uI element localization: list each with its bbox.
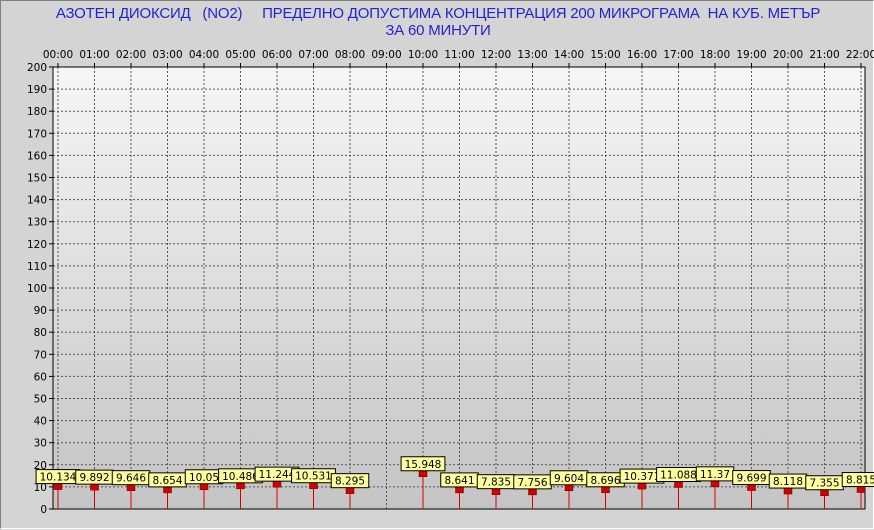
x-tick-label: 19:00 <box>736 49 766 61</box>
chart-window: АЗОТЕН ДИОКСИД (NO2) ПРЕДЕЛНО ДОПУСТИМА … <box>0 0 874 529</box>
value-label: 7.355 <box>809 478 839 490</box>
value-marker <box>272 480 282 488</box>
value-label: 8.641 <box>444 475 474 487</box>
y-tick-label: 120 <box>27 239 47 251</box>
value-label: 7.835 <box>481 477 511 489</box>
y-tick-label: 130 <box>27 217 47 229</box>
x-tick-label: 21:00 <box>809 49 839 61</box>
value-label: 10.134 <box>40 472 77 484</box>
x-tick-label: 09:00 <box>371 49 401 61</box>
value-marker <box>455 486 464 494</box>
x-tick-label: 14:00 <box>554 49 584 61</box>
x-tick-label: 07:00 <box>298 49 328 61</box>
value-label: 11.244 <box>259 469 296 481</box>
value-label: 10.371 <box>624 471 661 483</box>
value-label: 8.654 <box>152 475 182 487</box>
y-tick-label: 110 <box>27 261 47 273</box>
value-label: 10.531 <box>295 471 332 483</box>
y-tick-label: 80 <box>34 327 47 339</box>
value-label: 8.118 <box>773 476 803 488</box>
value-label: 8.295 <box>335 476 365 488</box>
value-marker <box>564 484 574 492</box>
value-label: 8.696 <box>590 475 620 487</box>
value-label: 10.486 <box>222 471 259 483</box>
y-tick-label: 60 <box>34 371 47 383</box>
x-tick-label: 16:00 <box>627 49 657 61</box>
y-tick-label: 190 <box>27 84 47 96</box>
value-marker <box>856 486 866 493</box>
x-tick-label: 08:00 <box>335 49 365 61</box>
value-marker <box>345 487 355 494</box>
y-tick-label: 180 <box>27 106 47 118</box>
value-label: 9.646 <box>116 473 146 485</box>
y-tick-label: 40 <box>34 416 47 428</box>
x-tick-label: 05:00 <box>225 49 255 61</box>
x-tick-label: 04:00 <box>189 49 219 61</box>
x-tick-label: 06:00 <box>262 49 292 61</box>
x-tick-label: 13:00 <box>517 49 547 61</box>
value-label: 9.892 <box>79 472 109 484</box>
value-marker <box>163 486 172 494</box>
y-tick-label: 170 <box>27 128 47 140</box>
x-tick-label: 22:00 <box>846 49 874 61</box>
value-label: 10.05 <box>189 472 219 484</box>
y-tick-label: 0 <box>40 504 47 516</box>
value-marker <box>601 486 610 494</box>
value-label: 9.604 <box>554 473 584 485</box>
value-label: 7.756 <box>517 477 547 489</box>
value-marker <box>747 484 756 491</box>
x-tick-label: 03:00 <box>152 49 182 61</box>
value-marker <box>637 482 647 490</box>
y-tick-label: 140 <box>27 195 47 207</box>
value-marker <box>126 484 136 491</box>
value-label: 8.815 <box>846 475 874 487</box>
value-marker <box>783 487 793 495</box>
x-tick-label: 15:00 <box>590 49 620 61</box>
x-tick-label: 12:00 <box>481 49 511 61</box>
y-tick-label: 150 <box>27 173 47 185</box>
value-marker <box>528 488 537 496</box>
x-tick-label: 17:00 <box>663 49 693 61</box>
y-tick-label: 100 <box>27 283 47 295</box>
value-marker <box>90 483 99 491</box>
value-marker <box>309 482 318 489</box>
no2-chart: 0102030405060708090100110120130140150160… <box>27 49 874 516</box>
value-marker <box>674 481 683 488</box>
value-marker <box>491 488 501 495</box>
value-label: 15.948 <box>405 459 442 471</box>
value-label: 9.699 <box>736 473 766 485</box>
x-tick-label: 20:00 <box>773 49 803 61</box>
y-tick-label: 160 <box>27 150 47 162</box>
y-tick-label: 90 <box>34 305 47 317</box>
y-tick-label: 200 <box>27 62 47 74</box>
y-tick-label: 30 <box>34 438 47 450</box>
y-tick-label: 50 <box>34 394 47 406</box>
value-label: 11.088 <box>660 469 697 481</box>
value-marker <box>199 483 209 491</box>
x-tick-label: 00:00 <box>43 49 73 61</box>
value-label: 11.37 <box>700 469 730 481</box>
x-tick-label: 02:00 <box>116 49 146 61</box>
value-marker <box>236 482 245 490</box>
value-marker <box>418 470 428 478</box>
value-marker <box>710 480 720 488</box>
value-marker <box>820 489 829 496</box>
x-tick-label: 11:00 <box>444 49 474 61</box>
y-tick-label: 70 <box>34 349 47 361</box>
x-tick-label: 01:00 <box>79 49 109 61</box>
x-tick-label: 18:00 <box>700 49 730 61</box>
value-marker <box>53 483 63 490</box>
x-tick-label: 10:00 <box>408 49 438 61</box>
